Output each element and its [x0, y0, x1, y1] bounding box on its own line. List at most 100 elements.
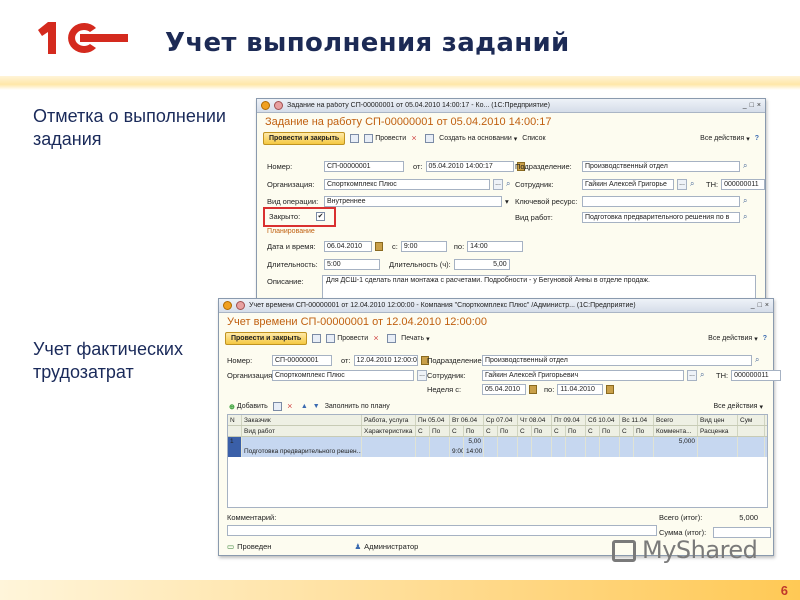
table-cell[interactable]: [738, 447, 765, 457]
table-cell[interactable]: [600, 437, 620, 447]
search-icon[interactable]: ⌕: [506, 179, 515, 190]
table-cell[interactable]: [634, 447, 654, 457]
save-icon[interactable]: [350, 134, 360, 143]
table-cell[interactable]: Подготовка предварительного решен...: [242, 447, 362, 457]
date-field[interactable]: 05.04.2010 14:00:17: [425, 161, 514, 172]
table-cell[interactable]: [430, 437, 450, 447]
table-all-actions-button[interactable]: Все действия ▾: [713, 403, 763, 411]
table-cell[interactable]: [498, 437, 518, 447]
table-row[interactable]: Подготовка предварительного решен... 9:00…: [228, 447, 767, 457]
number-field[interactable]: СП-00000001: [272, 355, 332, 366]
table-cell[interactable]: [532, 447, 552, 457]
table-cell[interactable]: [586, 447, 600, 457]
search-icon[interactable]: ⌕: [743, 212, 752, 223]
time-from-field[interactable]: 9:00: [400, 241, 447, 252]
table-cell[interactable]: [450, 437, 464, 447]
week-from-field[interactable]: 05.04.2010: [482, 384, 526, 395]
help-icon[interactable]: ?: [763, 335, 767, 342]
duration-field[interactable]: 5:00: [324, 259, 380, 270]
all-actions-button[interactable]: Все действия ▾: [700, 135, 750, 143]
table-cell[interactable]: [518, 437, 532, 447]
search-icon[interactable]: ⌕: [690, 179, 699, 190]
table-cell[interactable]: [698, 437, 738, 447]
minimize-icon[interactable]: _: [751, 302, 755, 309]
table-cell[interactable]: [620, 437, 634, 447]
tn-field[interactable]: 000000011: [731, 370, 782, 381]
timesheet-window-titlebar[interactable]: Учет времени СП-00000001 от 12.04.2010 1…: [219, 299, 773, 313]
copy-icon[interactable]: [272, 402, 282, 411]
employee-field[interactable]: Гайкин Алексей Григорье: [582, 179, 674, 190]
table-cell[interactable]: [362, 447, 416, 457]
table-cell[interactable]: [620, 447, 634, 457]
worktype-field[interactable]: Подготовка предварительного решения по в: [582, 212, 740, 223]
list-button[interactable]: Список: [522, 135, 545, 142]
table-cell[interactable]: [738, 437, 765, 447]
date-field[interactable]: 12.04.2010 12:00:00: [353, 355, 418, 366]
table-row[interactable]: 1 5,00 5,000: [228, 437, 767, 447]
table-cell[interactable]: [600, 447, 620, 457]
table-cell[interactable]: [484, 437, 498, 447]
calendar-icon[interactable]: [606, 385, 615, 394]
delete-icon[interactable]: ⨯: [287, 402, 296, 411]
move-up-icon[interactable]: ▲: [301, 403, 308, 410]
post-button[interactable]: Провести: [326, 334, 368, 343]
search-icon[interactable]: ⌕: [700, 370, 709, 381]
table-cell[interactable]: 1: [228, 437, 242, 447]
description-field[interactable]: Для ДСШ-1 сделать план монтажа с расчета…: [322, 275, 756, 299]
number-field[interactable]: СП-00000001: [324, 161, 404, 172]
unpost-icon[interactable]: ⨯: [373, 334, 382, 343]
select-button[interactable]: ...: [493, 179, 503, 190]
calendar-icon[interactable]: [375, 242, 383, 251]
help-icon[interactable]: ?: [755, 135, 759, 142]
duration-hours-field[interactable]: 5,00: [453, 259, 510, 270]
table-cell[interactable]: [566, 437, 586, 447]
table-cell[interactable]: [518, 447, 532, 457]
table-cell[interactable]: [566, 447, 586, 457]
task-window[interactable]: Задание на работу СП-00000001 от 05.04.2…: [256, 98, 766, 302]
org-field[interactable]: Спорткомплекс Плюс: [272, 370, 414, 381]
table-cell[interactable]: [654, 447, 698, 457]
move-down-icon[interactable]: ▼: [313, 403, 320, 410]
post-button[interactable]: Провести: [364, 134, 406, 143]
week-to-field[interactable]: 11.04.2010: [557, 384, 604, 395]
select-button[interactable]: ...: [687, 370, 697, 381]
table-cell[interactable]: [416, 447, 430, 457]
keyres-field[interactable]: [582, 196, 740, 207]
calendar-icon[interactable]: [529, 385, 537, 394]
post-and-close-button[interactable]: Провести и закрыть: [263, 132, 346, 145]
maximize-icon[interactable]: □: [758, 302, 762, 309]
search-icon[interactable]: ⌕: [755, 355, 764, 366]
search-icon[interactable]: ⌕: [743, 161, 752, 172]
select-button[interactable]: ...: [417, 370, 427, 381]
plan-date-field[interactable]: 06.04.2010: [324, 241, 372, 252]
dept-field[interactable]: Производственный отдел: [582, 161, 740, 172]
maximize-icon[interactable]: □: [750, 102, 754, 109]
table-cell[interactable]: [416, 437, 430, 447]
select-button[interactable]: ...: [677, 179, 687, 190]
save-icon[interactable]: [312, 334, 322, 343]
table-cell[interactable]: 14:00: [464, 447, 484, 457]
timesheet-window[interactable]: Учет времени СП-00000001 от 12.04.2010 1…: [218, 298, 782, 556]
org-field[interactable]: Спорткомплекс Плюс: [324, 179, 490, 190]
window-controls[interactable]: _ □ ×: [751, 302, 769, 309]
table-cell[interactable]: [532, 437, 552, 447]
time-table[interactable]: N Заказчик Работа, услуга Пн 05.04 Вт 06.04 С…: [227, 414, 768, 508]
comment-field[interactable]: [227, 525, 657, 536]
window-controls[interactable]: _ □ ×: [743, 102, 761, 109]
table-cell[interactable]: 5,00: [464, 437, 484, 447]
dropdown-icon[interactable]: ▾: [505, 197, 509, 206]
unpost-icon[interactable]: ⨯: [411, 134, 420, 143]
all-actions-button[interactable]: Все действия ▾: [708, 335, 758, 343]
create-based-on-button[interactable]: Создать на основании ▾: [439, 135, 517, 143]
employee-field[interactable]: Гайкин Алексей Григорьевич: [482, 370, 684, 381]
table-cell[interactable]: [430, 447, 450, 457]
structure-icon[interactable]: [425, 134, 435, 143]
table-cell[interactable]: 9:00: [450, 447, 464, 457]
close-icon[interactable]: ×: [765, 302, 769, 309]
minimize-icon[interactable]: _: [743, 102, 747, 109]
dept-field[interactable]: Производственный отдел: [482, 355, 752, 366]
table-cell[interactable]: [228, 447, 242, 457]
fill-by-plan-button[interactable]: Заполнить по плану: [325, 403, 390, 410]
closed-checkbox[interactable]: ✔: [316, 212, 325, 221]
structure-icon[interactable]: [387, 334, 397, 343]
